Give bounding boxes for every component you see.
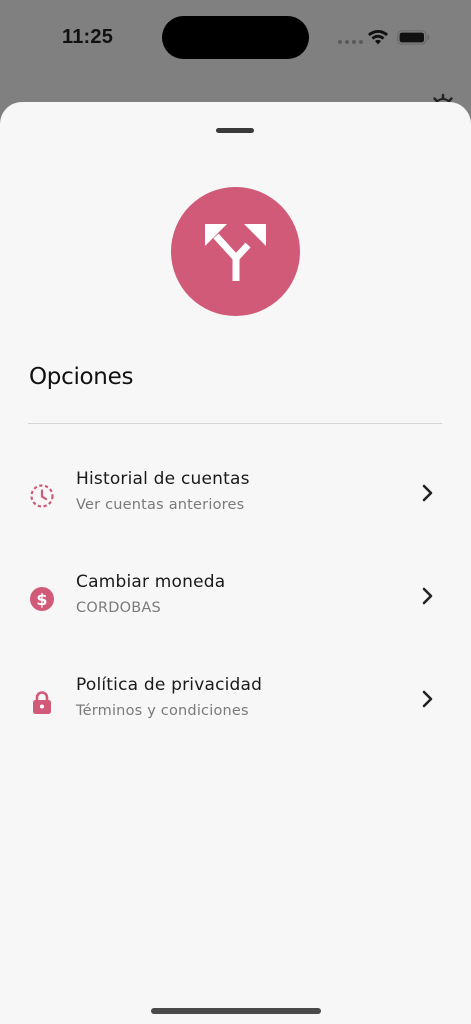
status-bar: 11:25 <box>0 0 471 80</box>
sheet-grabber[interactable] <box>216 128 254 133</box>
option-historial[interactable]: Historial de cuentas Ver cuentas anterio… <box>0 469 471 539</box>
option-title: Cambiar moneda <box>76 572 226 592</box>
battery-icon <box>397 30 430 45</box>
option-title: Historial de cuentas <box>76 469 250 489</box>
chevron-right-icon <box>422 587 433 605</box>
option-subtitle: Ver cuentas anteriores <box>76 497 245 513</box>
option-cambiar-moneda[interactable]: $ Cambiar moneda CORDOBAS <box>0 572 471 642</box>
option-subtitle: CORDOBAS <box>76 600 161 616</box>
svg-text:$: $ <box>36 590 47 609</box>
option-title: Política de privacidad <box>76 675 263 695</box>
dynamic-island <box>162 16 309 59</box>
option-politica-privacidad[interactable]: Política de privacidad Términos y condic… <box>0 675 471 745</box>
wifi-icon <box>368 30 388 45</box>
dollar-circle-icon: $ <box>30 587 54 611</box>
home-indicator[interactable] <box>151 1008 321 1014</box>
split-arrows-icon <box>171 187 300 316</box>
chevron-right-icon <box>422 690 433 708</box>
options-sheet: Opciones Historial de cuentas Ver cuenta… <box>0 102 471 1024</box>
option-subtitle: Términos y condiciones <box>76 703 249 719</box>
sheet-title: Opciones <box>29 364 134 390</box>
signal-dots-icon <box>338 40 363 44</box>
status-time: 11:25 <box>62 26 114 48</box>
chevron-right-icon <box>422 484 433 502</box>
lock-icon <box>33 691 51 714</box>
divider <box>28 423 442 424</box>
clock-history-icon <box>30 484 54 508</box>
